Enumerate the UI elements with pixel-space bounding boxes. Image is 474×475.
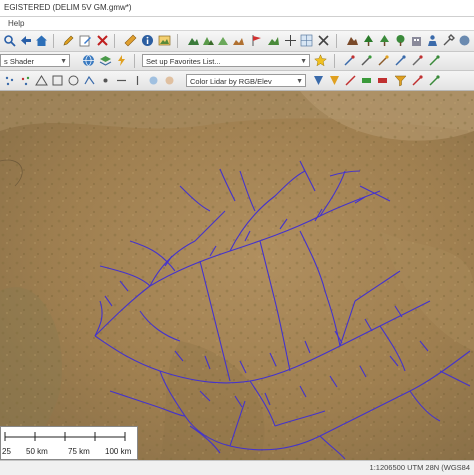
grid-icon[interactable]: [300, 34, 313, 47]
digitize-icon[interactable]: [343, 54, 356, 67]
lidar-icon[interactable]: [376, 74, 389, 87]
lidar-icon[interactable]: [99, 74, 112, 87]
digitize-icon[interactable]: [428, 74, 441, 87]
digitize-icon[interactable]: [360, 54, 373, 67]
scale-label-50: 50 km: [26, 447, 48, 456]
info-icon[interactable]: [141, 34, 154, 47]
chevron-down-icon: ▼: [300, 58, 307, 65]
favorites-select-value: Set up Favorites List...: [146, 57, 221, 66]
digitize-icon[interactable]: [428, 54, 441, 67]
toolbar-separator: [177, 34, 178, 48]
crosshair-icon[interactable]: [284, 34, 297, 47]
lidar-toolbar: Color Lidar by RGB/Elev ▼: [0, 71, 474, 91]
person-icon[interactable]: [426, 34, 439, 47]
shader-select-value: s Shader: [4, 57, 35, 66]
terrain-icon[interactable]: [267, 34, 280, 47]
lidar-color-select-value: Color Lidar by RGB/Elev: [190, 77, 272, 86]
tree-icon[interactable]: [394, 34, 407, 47]
terrain-icon[interactable]: [232, 34, 245, 47]
edit-icon[interactable]: [79, 34, 92, 47]
window-title: EGISTERED (DELIM 5V GM.gmw*): [4, 3, 132, 12]
terrain-icon[interactable]: [217, 34, 230, 47]
layers-icon[interactable]: [99, 54, 112, 67]
lightning-icon[interactable]: [115, 54, 128, 67]
star-icon[interactable]: [314, 54, 327, 67]
satellite-imagery: [0, 91, 474, 460]
lidar-icon[interactable]: [35, 74, 48, 87]
terrain-icon[interactable]: [187, 34, 200, 47]
shader-toolbar: s Shader ▼ Set up Favorites List... ▼: [0, 52, 474, 71]
scale-bar: 25 50 km 75 km 100 km: [0, 426, 138, 460]
lidar-icon[interactable]: [19, 74, 32, 87]
scale-ruler: [4, 432, 126, 441]
lidar-icon[interactable]: [328, 74, 341, 87]
home-icon[interactable]: [35, 34, 48, 47]
lidar-icon[interactable]: [67, 74, 80, 87]
toolbar-separator: [134, 54, 135, 68]
lidar-color-select[interactable]: Color Lidar by RGB/Elev ▼: [186, 74, 306, 87]
shader-select[interactable]: s Shader ▼: [0, 54, 70, 67]
lidar-icon[interactable]: [163, 74, 176, 87]
lidar-icon[interactable]: [360, 74, 373, 87]
scale-label-75: 75 km: [68, 447, 90, 456]
digitize-icon[interactable]: [411, 74, 424, 87]
search-icon[interactable]: [3, 34, 16, 47]
terrain-icon[interactable]: [346, 34, 359, 47]
digitize-icon[interactable]: [411, 54, 424, 67]
image-icon[interactable]: [158, 34, 171, 47]
ruler-icon[interactable]: [124, 34, 137, 47]
toolbar-separator: [53, 34, 54, 48]
lidar-icon[interactable]: [51, 74, 64, 87]
back-arrow-icon[interactable]: [19, 34, 32, 47]
toolbar-separator: [114, 34, 115, 48]
close-icon[interactable]: [317, 34, 330, 47]
favorites-select[interactable]: Set up Favorites List... ▼: [142, 54, 310, 67]
lidar-icon[interactable]: [147, 74, 160, 87]
lidar-icon[interactable]: [131, 74, 144, 87]
flag-icon[interactable]: [250, 34, 263, 47]
tree-icon[interactable]: [362, 34, 375, 47]
filter-icon[interactable]: [394, 74, 407, 87]
main-toolbar: [0, 31, 474, 52]
map-view[interactable]: 25 50 km 75 km 100 km: [0, 91, 474, 460]
lidar-icon[interactable]: [312, 74, 325, 87]
lidar-icon[interactable]: [344, 74, 357, 87]
digitize-icon[interactable]: [394, 54, 407, 67]
globe-icon[interactable]: [82, 54, 95, 67]
toolbar-separator: [336, 34, 337, 48]
lidar-icon[interactable]: [115, 74, 128, 87]
scale-label-25: 25: [2, 447, 11, 456]
scale-label-100: 100 km: [105, 447, 132, 456]
pencil-icon[interactable]: [62, 34, 75, 47]
menu-help[interactable]: Help: [8, 19, 24, 28]
title-bar: EGISTERED (DELIM 5V GM.gmw*): [0, 0, 474, 17]
terrain-icon[interactable]: [202, 34, 215, 47]
tree-icon[interactable]: [378, 34, 391, 47]
lidar-icon[interactable]: [83, 74, 96, 87]
lidar-icon[interactable]: [3, 74, 16, 87]
toolbar-separator: [334, 54, 335, 68]
status-bar: 1:1206500 UTM 28N (WGS84: [0, 460, 474, 475]
wrench-icon[interactable]: [442, 34, 455, 47]
status-projection: 1:1206500 UTM 28N (WGS84: [369, 463, 470, 472]
menu-bar: Help: [0, 17, 474, 31]
digitize-icon[interactable]: [377, 54, 390, 67]
chevron-down-icon: ▼: [60, 58, 67, 65]
building-icon[interactable]: [410, 34, 423, 47]
info-icon[interactable]: [458, 34, 471, 47]
chevron-down-icon: ▼: [296, 78, 303, 85]
close-icon[interactable]: [96, 34, 109, 47]
